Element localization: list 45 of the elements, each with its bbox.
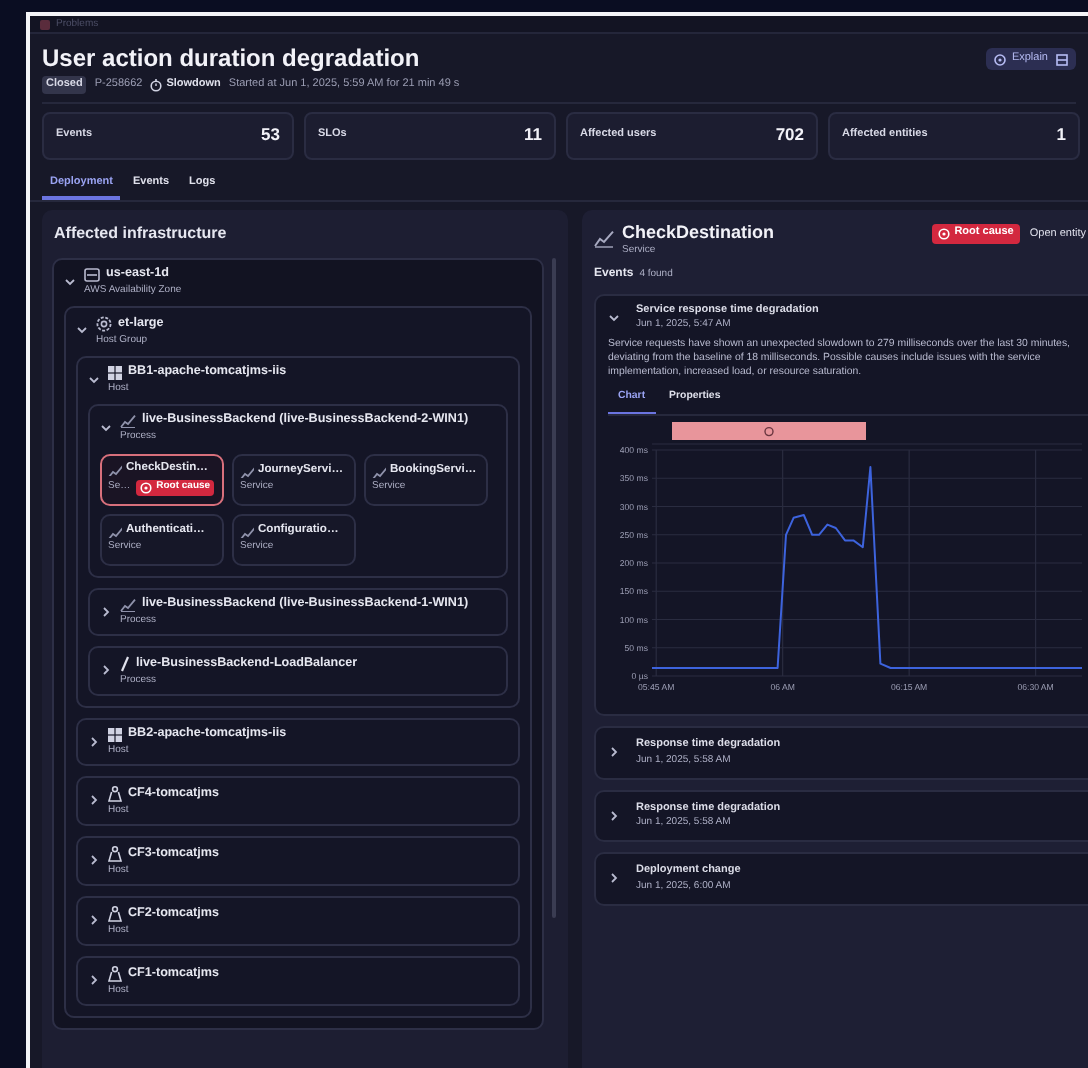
page-title: User action duration degradation bbox=[42, 46, 422, 70]
chevron-right-icon[interactable] bbox=[100, 605, 112, 618]
zigzag-icon bbox=[120, 413, 136, 428]
stopwatch-icon bbox=[150, 77, 163, 92]
chevron-right-icon[interactable] bbox=[100, 664, 112, 677]
stat-value: 53 bbox=[261, 122, 280, 148]
event-timeframe-bar[interactable] bbox=[672, 422, 866, 441]
penguin-icon bbox=[108, 785, 122, 802]
chevron-right-icon[interactable] bbox=[88, 794, 100, 807]
zigzag-icon bbox=[594, 230, 614, 249]
chevron-right-icon[interactable] bbox=[608, 872, 620, 885]
four-squares-icon bbox=[108, 365, 122, 380]
chevron-down-icon[interactable] bbox=[76, 324, 88, 337]
target-icon bbox=[993, 53, 1006, 65]
penguin-icon bbox=[108, 905, 122, 922]
penguin-icon bbox=[108, 965, 122, 982]
stat-value: 1 bbox=[1056, 122, 1066, 148]
chevron-down-icon[interactable] bbox=[100, 421, 112, 434]
stat-value: 702 bbox=[775, 122, 804, 148]
chevron-right-icon[interactable] bbox=[88, 735, 100, 748]
scrollbar[interactable] bbox=[552, 257, 556, 918]
entity-name: CheckDestination bbox=[622, 223, 775, 242]
zigzag-icon bbox=[120, 597, 136, 612]
zigzag-icon bbox=[240, 466, 254, 479]
stat-value: 11 bbox=[524, 122, 542, 148]
chevron-right-icon[interactable] bbox=[608, 746, 620, 759]
chevron-right-icon[interactable] bbox=[88, 974, 100, 987]
chevron-down-icon[interactable] bbox=[64, 275, 76, 288]
chevron-right-icon[interactable] bbox=[88, 854, 100, 867]
server-icon bbox=[84, 267, 100, 282]
chevron-right-icon[interactable] bbox=[88, 914, 100, 927]
penguin-icon bbox=[108, 845, 122, 862]
zigzag-icon bbox=[108, 463, 122, 476]
zigzag-icon bbox=[372, 466, 386, 479]
problems-icon bbox=[40, 19, 50, 29]
panel-icon bbox=[1056, 53, 1068, 65]
zigzag-icon bbox=[108, 526, 122, 539]
chevron-down-icon[interactable] bbox=[608, 312, 620, 324]
four-squares-icon bbox=[108, 727, 122, 742]
slash-icon bbox=[120, 655, 130, 672]
gear-icon bbox=[96, 315, 112, 332]
chevron-down-icon[interactable] bbox=[88, 373, 100, 386]
zigzag-icon bbox=[240, 526, 254, 539]
chevron-right-icon[interactable] bbox=[608, 809, 620, 822]
panel-title: Affected infrastructure bbox=[52, 221, 229, 246]
